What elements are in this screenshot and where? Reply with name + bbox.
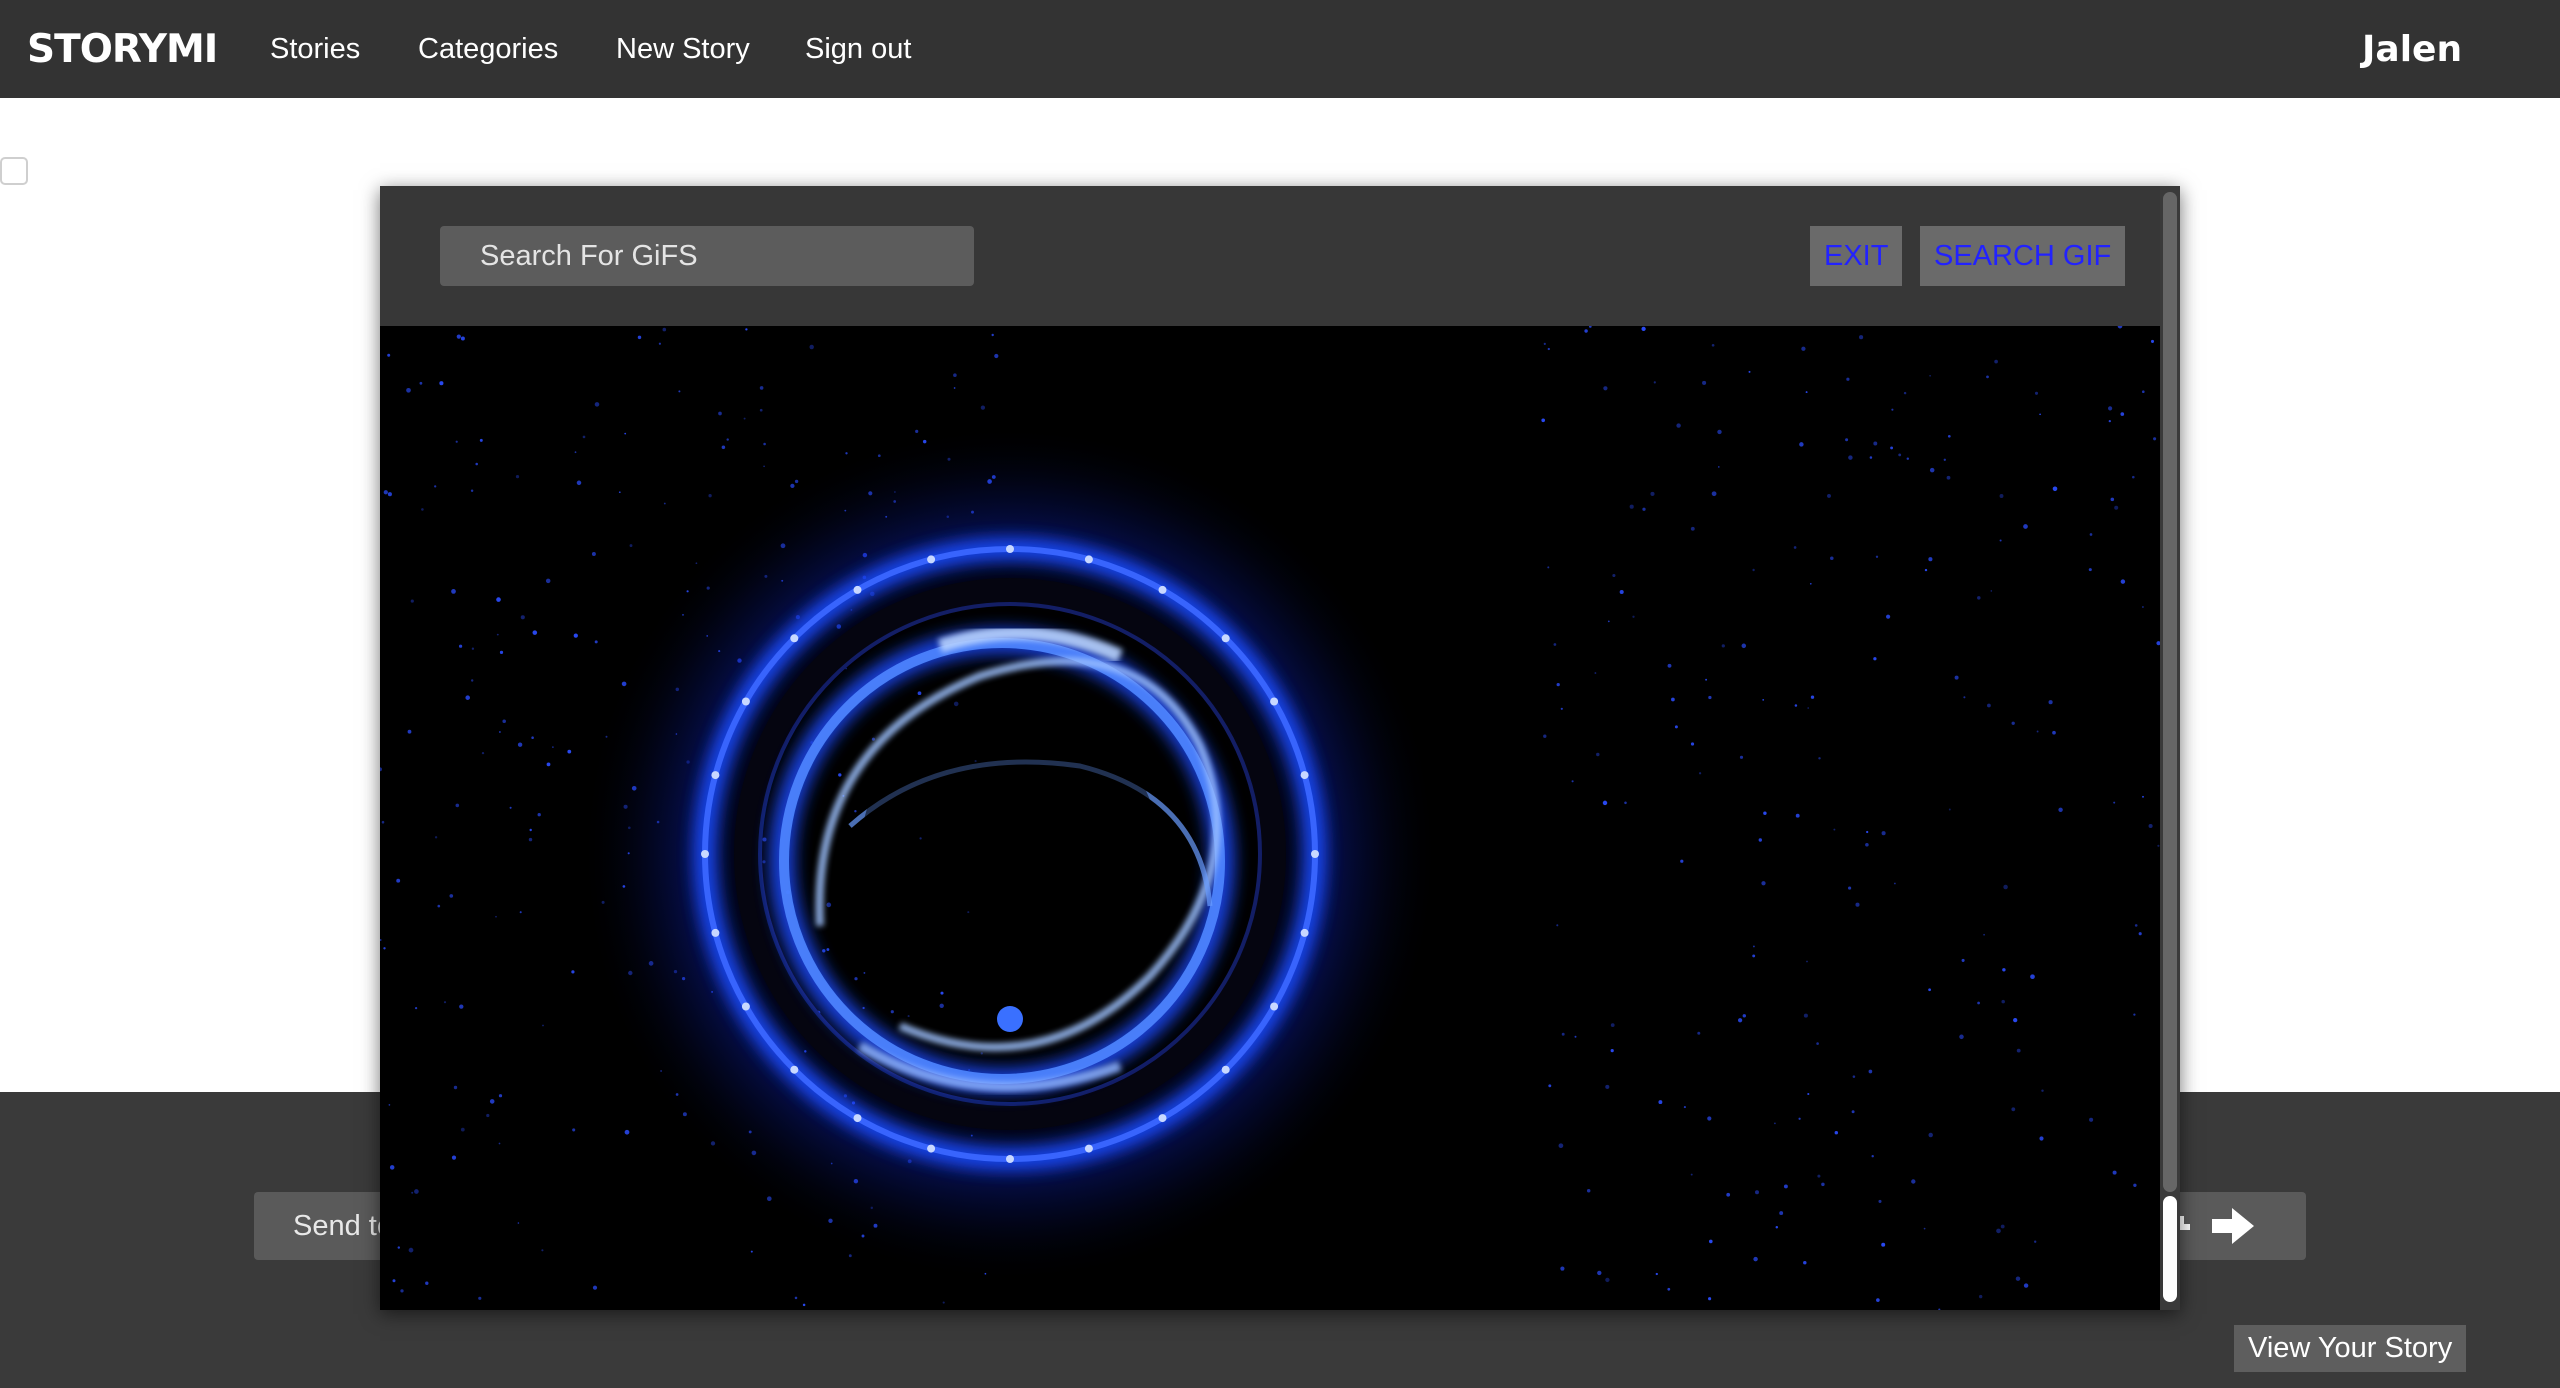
view-your-story-button[interactable]: View Your Story [2234, 1325, 2467, 1372]
brand-logo[interactable]: STORYMI [27, 24, 218, 76]
nav-link-sign-out[interactable]: Sign out [805, 29, 911, 69]
nav-link-stories[interactable]: Stories [270, 29, 360, 69]
page-checkbox[interactable] [0, 157, 28, 185]
gif-search-modal: EXIT SEARCH GIF [380, 186, 2180, 1310]
gif-search-input[interactable] [440, 226, 974, 286]
gif-preview[interactable] [380, 326, 2160, 1310]
modal-scrollbar-thumb[interactable] [2163, 192, 2177, 1192]
arrow-right-icon[interactable] [2210, 1206, 2256, 1246]
modal-header: EXIT SEARCH GIF [380, 186, 2160, 326]
exit-button[interactable]: EXIT [1810, 226, 1903, 286]
modal-scrollbar-track-end[interactable] [2163, 1196, 2177, 1302]
top-navbar: STORYMI Stories Categories New Story Sig… [0, 0, 2560, 98]
nav-link-categories[interactable]: Categories [418, 29, 558, 69]
modal-scrollbar[interactable] [2160, 186, 2180, 1310]
gif-image [380, 326, 2160, 1310]
send-button-group[interactable] [2170, 1192, 2306, 1260]
search-gif-button[interactable]: SEARCH GIF [1920, 226, 2126, 286]
user-name[interactable]: Jalen [2362, 26, 2462, 74]
nav-link-new-story[interactable]: New Story [616, 29, 750, 69]
